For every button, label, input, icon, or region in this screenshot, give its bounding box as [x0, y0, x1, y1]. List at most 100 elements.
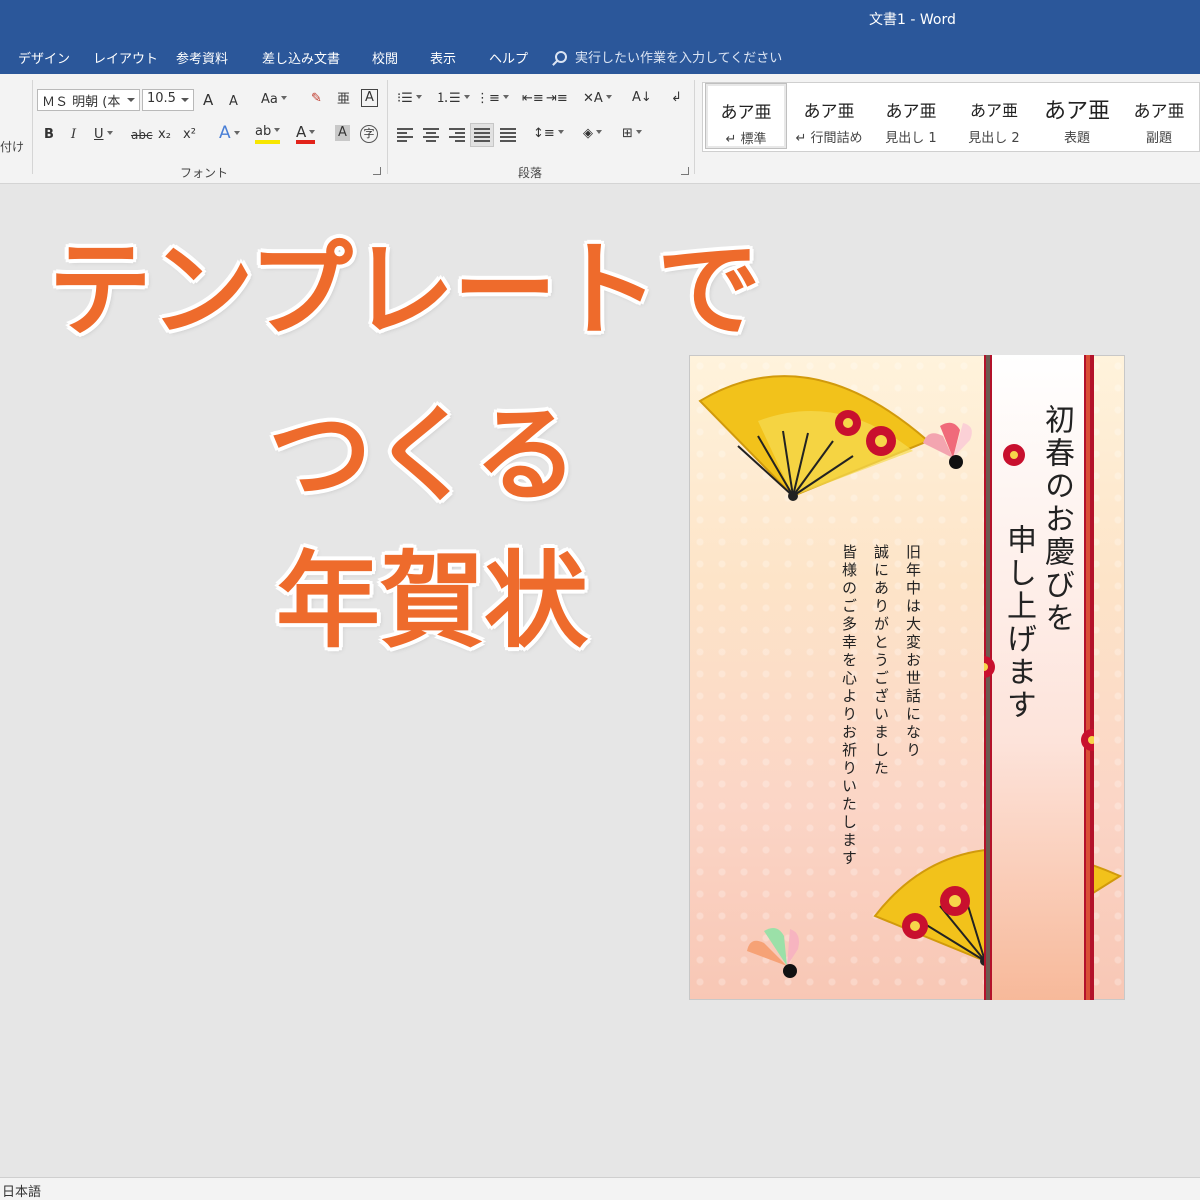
numbering-button[interactable]: ⒈☰: [436, 90, 470, 108]
multilevel-list-icon: ⋮≡: [476, 91, 500, 106]
char-border-button[interactable]: A: [361, 89, 378, 107]
style-subtitle[interactable]: あア亜 副題: [1118, 83, 1200, 149]
chevron-down-icon: [605, 95, 612, 99]
style-no-spacing[interactable]: あア亜 ↵ 行間詰め: [788, 83, 870, 149]
tell-me-placeholder: 実行したい作業を入力してください: [575, 51, 783, 66]
tab-design[interactable]: デザイン: [18, 48, 70, 67]
style-normal[interactable]: あア亜 ↵ 標準: [705, 83, 787, 149]
sort-icon[interactable]: A↓: [632, 89, 652, 107]
text-effects-label: A: [219, 123, 231, 143]
greeting-line-2: 申し上げます: [1001, 524, 1036, 722]
line-spacing-icon: ↕≡: [533, 126, 555, 141]
text-effects-button[interactable]: A: [219, 124, 240, 142]
clear-format-icon[interactable]: ✎: [311, 90, 322, 108]
tab-layout[interactable]: レイアウト: [93, 48, 158, 67]
grow-font-button[interactable]: A: [203, 91, 213, 109]
clipboard-label-fragment: 付け: [0, 140, 25, 154]
bullets-button[interactable]: ⁝☰: [397, 90, 422, 108]
style-name: 副題: [1145, 131, 1172, 146]
chevron-down-icon: [181, 98, 189, 102]
font-color-button[interactable]: A: [296, 123, 316, 144]
chevron-down-icon: [415, 95, 422, 99]
style-sample: あア亜: [885, 102, 937, 122]
change-case-label: Aa: [261, 92, 278, 107]
chevron-down-icon: [635, 130, 642, 134]
chevron-down-icon: [127, 98, 135, 102]
subscript-button[interactable]: x₂: [158, 126, 171, 144]
bullets-icon: ⁝☰: [397, 91, 413, 106]
ribbon-tabs: デザイン レイアウト 参考資料 差し込み文書 校閲 表示 ヘルプ 実行したい作業…: [0, 38, 1200, 74]
justify-icon: [474, 128, 490, 142]
language-indicator[interactable]: 日本語: [2, 1181, 41, 1200]
style-heading-1[interactable]: あア亜 見出し 1: [870, 83, 952, 149]
align-right-icon[interactable]: [449, 128, 465, 142]
align-center-icon[interactable]: [423, 128, 439, 142]
plum-blossom-icon: [1003, 444, 1025, 466]
style-heading-2[interactable]: あア亜 見出し 2: [953, 83, 1035, 149]
paragraph-group-label: 段落: [518, 166, 543, 180]
show-marks-icon[interactable]: ↲: [671, 89, 682, 107]
chevron-down-icon: [106, 131, 113, 135]
increase-indent-icon[interactable]: ⇥≡: [546, 90, 568, 108]
line-spacing-button[interactable]: ↕≡: [533, 125, 564, 143]
style-sample: あア亜: [1043, 99, 1110, 124]
font-group-label: フォント: [180, 166, 229, 180]
style-name: 見出し 2: [968, 131, 1020, 146]
highlight-label: ab: [255, 124, 272, 139]
underline-label: U: [94, 127, 104, 142]
style-title[interactable]: あア亜 表題: [1036, 83, 1118, 149]
decrease-indent-icon[interactable]: ⇤≡: [522, 90, 544, 108]
tab-references[interactable]: 参考資料: [176, 48, 228, 67]
superscript-button[interactable]: x²: [183, 126, 196, 144]
style-sample: あア亜: [720, 103, 772, 123]
chevron-down-icon: [557, 130, 564, 134]
font-name-combo[interactable]: ＭＳ 明朝 (本: [37, 89, 140, 111]
shrink-font-button[interactable]: A: [229, 93, 238, 111]
tell-me-search[interactable]: 実行したい作業を入力してください: [555, 47, 782, 66]
phonetic-guide-button[interactable]: 亜: [337, 91, 350, 109]
message-line-1: 旧年中は大変お世話になり: [904, 544, 922, 760]
font-name-value: ＭＳ 明朝 (本: [42, 95, 121, 110]
style-sample: あア亜: [969, 101, 1018, 120]
style-sample: あア亜: [803, 102, 855, 122]
bold-button[interactable]: B: [44, 126, 54, 144]
style-name: ↵ 行間詰め: [795, 131, 863, 146]
chevron-down-icon: [502, 95, 509, 99]
font-color-label: A: [296, 123, 307, 141]
greeting-line-1: 初春のお慶びを: [1039, 404, 1074, 635]
chevron-down-icon: [274, 128, 281, 132]
message-line-3: 皆様のご多幸を心よりお祈りいたします: [840, 544, 858, 868]
shading-button[interactable]: ◈: [583, 125, 602, 143]
borders-button[interactable]: ⊞: [622, 125, 642, 143]
strikethrough-button[interactable]: abc: [131, 126, 153, 144]
italic-button[interactable]: I: [71, 126, 76, 144]
asian-layout-icon: ✕A: [583, 91, 603, 106]
font-dialog-launcher-icon[interactable]: [373, 167, 381, 175]
tab-view[interactable]: 表示: [430, 48, 456, 67]
window-title: 文書1 - Word: [869, 12, 956, 28]
char-shading-button[interactable]: A: [335, 125, 350, 141]
style-name: 表題: [1063, 131, 1090, 146]
numbering-icon: ⒈☰: [436, 91, 461, 106]
font-size-combo[interactable]: 10.5: [142, 89, 194, 111]
borders-icon: ⊞: [622, 126, 633, 141]
enclose-char-button[interactable]: 字: [360, 125, 378, 143]
golden-fan-illustration: [698, 375, 930, 501]
change-case-button[interactable]: Aa: [261, 91, 287, 109]
tab-help[interactable]: ヘルプ: [489, 48, 528, 67]
style-sample: あア亜: [1133, 102, 1185, 122]
message-line-2: 誠にありがとうございました: [872, 544, 890, 778]
underline-button[interactable]: U: [94, 126, 113, 144]
paragraph-dialog-launcher-icon[interactable]: [681, 167, 689, 175]
highlight-button[interactable]: ab: [255, 124, 281, 144]
search-icon: [555, 51, 567, 63]
chevron-down-icon: [596, 130, 602, 134]
chevron-down-icon: [280, 96, 287, 100]
tab-review[interactable]: 校閲: [372, 48, 398, 67]
asian-layout-button[interactable]: ✕A: [583, 90, 612, 108]
headline-line-1: テンプレートで: [48, 229, 761, 351]
align-left-icon[interactable]: [397, 128, 413, 142]
multilevel-list-button[interactable]: ⋮≡: [476, 90, 509, 108]
distributed-icon[interactable]: [500, 128, 516, 142]
tab-mailings[interactable]: 差し込み文書: [262, 48, 340, 67]
